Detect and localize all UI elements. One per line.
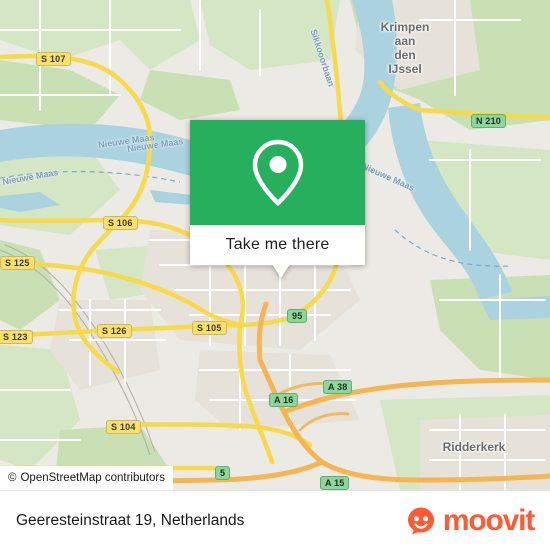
road-shield-a38: A 38 — [323, 380, 353, 394]
attribution-text[interactable]: OpenStreetMap contributors — [20, 472, 164, 484]
moovit-logo-icon — [407, 507, 434, 535]
road-shield-s125: S 125 — [0, 256, 35, 270]
road-shield-s106: S 106 — [103, 216, 138, 230]
take-me-there-button[interactable]: Take me there — [190, 225, 365, 265]
place-label-krimpen: Krimpen aan den IJssel — [380, 20, 430, 76]
road-shield-a16: A 16 — [269, 393, 299, 407]
map-pin-icon — [252, 139, 303, 206]
copyright-icon: © — [8, 472, 17, 484]
map-screenshot: .w { fill:#aad3df; } .green1 { fill:#d4e… — [0, 0, 550, 550]
road-shield-s107: S 107 — [36, 52, 71, 66]
road-shield-s105: S 105 — [192, 321, 227, 335]
place-label-ridderkerk: Ridderkerk — [442, 440, 506, 454]
address-title: Geeresteinstraat 19, Netherlands — [16, 511, 245, 529]
road-shield-5: 5 — [215, 466, 231, 480]
footer-bar: Geeresteinstraat 19, Netherlands moovit — [0, 490, 550, 550]
map-canvas[interactable]: .w { fill:#aad3df; } .green1 { fill:#d4e… — [0, 0, 550, 490]
road-shield-s104: S 104 — [106, 420, 141, 434]
road-shield-n210: N 210 — [471, 114, 507, 128]
map-attribution[interactable]: © OpenStreetMap contributors — [0, 466, 173, 490]
take-me-there-label: Take me there — [225, 236, 330, 253]
road-shield-95: 95 — [287, 309, 308, 323]
callout-tail — [272, 264, 290, 278]
road-shield-s126: S 126 — [97, 324, 132, 338]
road-shield-a15: A 15 — [320, 476, 350, 490]
moovit-brand[interactable]: moovit — [406, 503, 535, 537]
location-callout[interactable]: Take me there — [190, 120, 365, 278]
moovit-wordmark: moovit — [442, 503, 535, 537]
callout-pin-area — [190, 120, 365, 225]
road-shield-s123: S 123 — [0, 330, 33, 344]
